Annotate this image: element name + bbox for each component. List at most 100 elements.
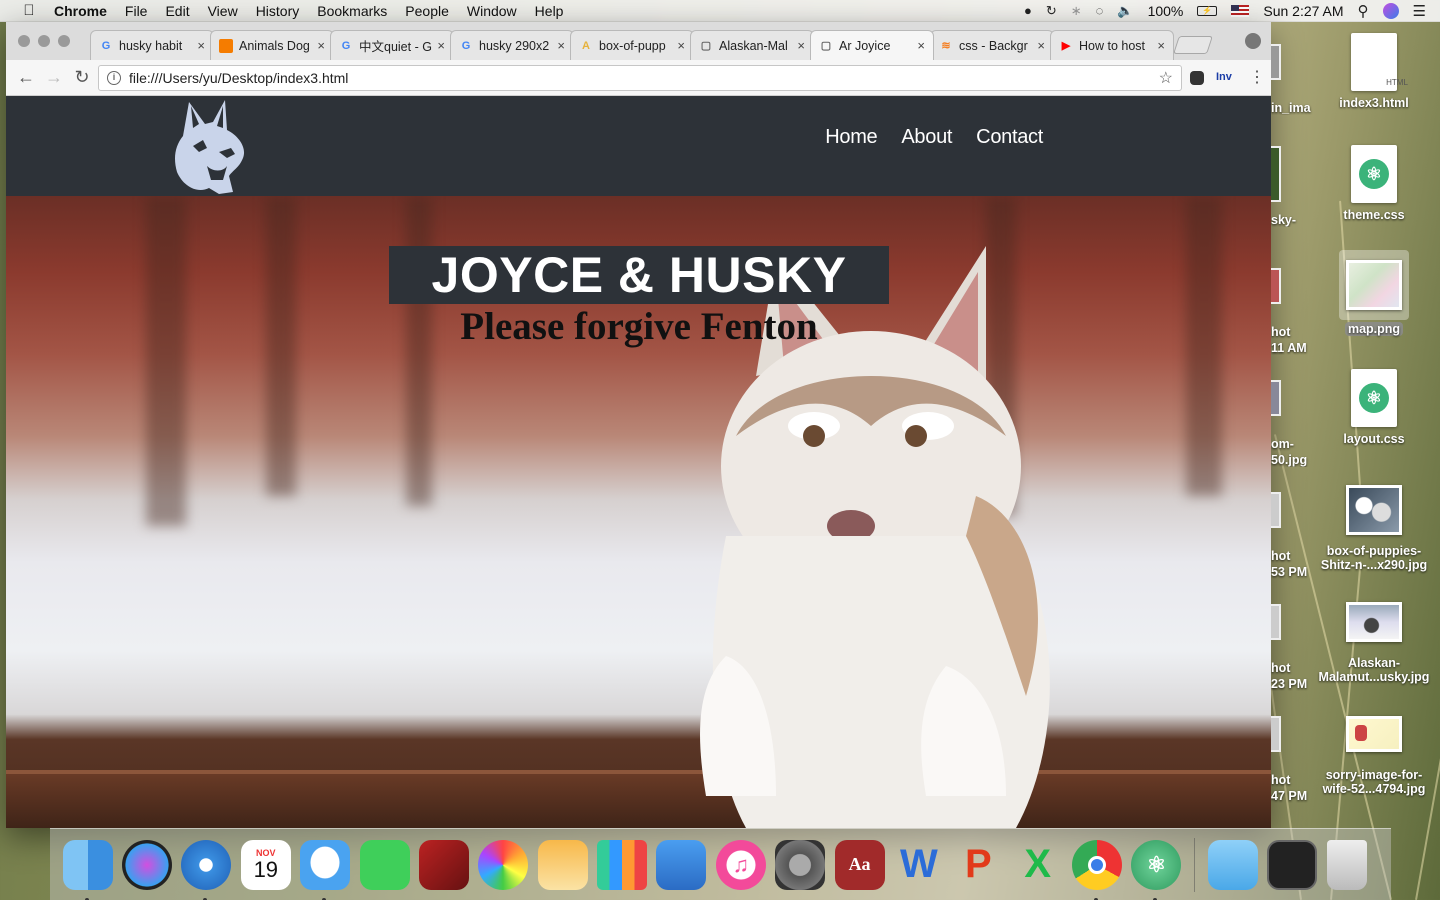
creative-cloud-icon[interactable]: ● — [1024, 3, 1032, 18]
browser-tab[interactable]: G 中文quiet - G × — [330, 30, 454, 60]
menu-history[interactable]: History — [256, 3, 300, 19]
hidden-icon-thumbnail[interactable] — [1271, 380, 1281, 416]
reload-icon[interactable]: ↻ — [68, 67, 96, 88]
menu-edit[interactable]: Edit — [165, 3, 189, 19]
desktop-icon-fragment-label[interactable]: hot — [1271, 773, 1315, 787]
hidden-icon-thumbnail[interactable] — [1271, 492, 1281, 528]
input-source-flag-icon[interactable] — [1231, 4, 1250, 17]
battery-icon[interactable]: ⚡ — [1197, 5, 1218, 16]
notification-center-icon[interactable]: ☰ — [1413, 2, 1426, 20]
chrome-menu-icon[interactable]: ⋮ — [1249, 67, 1265, 87]
system-preferences-icon[interactable] — [775, 839, 826, 890]
url-text[interactable]: file:///Users/yu/Desktop/index3.html — [129, 70, 348, 86]
browser-tab[interactable]: ▢ Ar Joyice × — [810, 30, 934, 60]
finder-icon[interactable] — [62, 839, 113, 900]
chrome-icon[interactable] — [1072, 839, 1123, 900]
menu-file[interactable]: File — [125, 3, 148, 19]
desktop-icon-fragment-label[interactable]: 47 PM — [1271, 789, 1315, 803]
desktop-icon-map-png[interactable]: map.png — [1318, 250, 1430, 336]
desktop-icon-fragment-label[interactable]: 23 PM — [1271, 677, 1315, 691]
word-icon[interactable]: W — [894, 840, 944, 890]
photo-booth-icon[interactable] — [418, 839, 469, 890]
spotlight-search-icon[interactable]: ⚲ — [1358, 2, 1369, 20]
desktop-icon-fragment-label[interactable]: 50.jpg — [1271, 453, 1315, 467]
facetime-icon[interactable] — [359, 839, 410, 890]
desktop-icon-alaskan-malamute[interactable]: Alaskan-Malamut...usky.jpg — [1318, 594, 1430, 684]
desktop-icon-fragment-label[interactable]: 53 PM — [1271, 565, 1315, 579]
tab-close-icon[interactable]: × — [797, 38, 805, 53]
excel-icon[interactable]: X — [1013, 840, 1063, 890]
browser-tab[interactable]: Ghusky habit × — [90, 30, 214, 60]
hidden-icon-thumbnail[interactable] — [1271, 716, 1281, 752]
nav-about-link[interactable]: About — [901, 126, 952, 149]
back-arrow-icon[interactable]: ← — [12, 67, 40, 88]
nav-contact-link[interactable]: Contact — [976, 126, 1043, 149]
desktop-icon-fragment-label[interactable]: hot — [1271, 325, 1315, 339]
new-tab-button[interactable] — [1173, 36, 1213, 54]
browser-tab[interactable]: ≋ css - Backgr × — [930, 30, 1054, 60]
apple-menu-icon[interactable]:  — [18, 2, 40, 19]
extension-incognito-icon[interactable] — [1190, 71, 1204, 85]
siri-icon[interactable] — [122, 839, 173, 890]
minimize-window-button[interactable] — [38, 35, 50, 47]
bookmark-star-icon[interactable]: ☆ — [1159, 68, 1173, 88]
calendar-icon[interactable]: NOV 19 — [240, 839, 291, 890]
itunes-icon[interactable]: ♫ — [715, 839, 766, 890]
address-bar[interactable]: i file:///Users/yu/Desktop/index3.html ☆ — [98, 65, 1182, 91]
desktop-icon-layout-css[interactable]: ⚛ layout.css — [1318, 369, 1430, 446]
safari-icon[interactable] — [181, 839, 232, 900]
volume-icon[interactable]: 🔈 — [1117, 3, 1133, 19]
tab-close-icon[interactable]: × — [437, 38, 445, 53]
menu-help[interactable]: Help — [535, 3, 564, 19]
site-info-icon[interactable]: i — [107, 71, 121, 85]
battery-percent[interactable]: 100% — [1148, 3, 1184, 19]
pages-icon[interactable] — [537, 839, 588, 890]
tab-close-icon[interactable]: × — [557, 38, 565, 53]
bluetooth-icon[interactable]: ∗ — [1071, 3, 1082, 19]
browser-tab[interactable]: Ghusky 290x2 × — [450, 30, 574, 60]
browser-tab[interactable]: Animals Dog × — [210, 30, 334, 60]
close-window-button[interactable] — [18, 35, 30, 47]
tab-close-icon[interactable]: × — [1157, 38, 1165, 53]
browser-tab[interactable]: ▢ Alaskan-Mal × — [690, 30, 814, 60]
desktop-icon-fragment-label[interactable]: in_ima — [1271, 101, 1315, 115]
hidden-icon-thumbnail[interactable] — [1271, 604, 1281, 640]
desktop-icon-fragment-label[interactable]: hot — [1271, 549, 1315, 563]
keynote-icon[interactable] — [656, 839, 707, 890]
desktop-icon-fragment-label[interactable]: om- — [1271, 437, 1315, 451]
hidden-icon-thumbnail[interactable] — [1271, 268, 1281, 304]
numbers-icon[interactable] — [597, 839, 648, 890]
forward-arrow-icon[interactable]: → — [40, 67, 68, 88]
desktop-icon-index3-html[interactable]: HTML index3.html — [1318, 33, 1430, 110]
menu-bookmarks[interactable]: Bookmarks — [317, 3, 387, 19]
desktop-icon-fragment-label[interactable]: sky- — [1271, 213, 1315, 227]
hidden-icon-thumbnail[interactable] — [1271, 44, 1281, 80]
desktop-icon-fragment-label[interactable]: hot — [1271, 661, 1315, 675]
photos-icon[interactable] — [478, 839, 529, 890]
messages-icon[interactable] — [300, 839, 351, 900]
app-menu[interactable]: Chrome — [54, 3, 107, 19]
terminal-window-icon[interactable] — [1267, 839, 1318, 890]
hidden-icon-thumbnail[interactable] — [1271, 146, 1281, 202]
downloads-folder-icon[interactable] — [1207, 839, 1258, 890]
desktop-icon-fragment-label[interactable]: 11 AM — [1271, 341, 1315, 355]
desktop-icon-box-of-puppies[interactable]: box-of-puppies-Shitz-n-...x290.jpg — [1318, 482, 1430, 572]
profile-icon[interactable] — [1245, 33, 1261, 49]
tab-close-icon[interactable]: × — [197, 38, 205, 53]
wifi-icon[interactable]: ◌ — [1096, 3, 1104, 18]
husky-logo-icon[interactable] — [169, 96, 249, 196]
powerpoint-icon[interactable]: P — [953, 840, 1003, 890]
clock[interactable]: Sun 2:27 AM — [1263, 3, 1343, 19]
menu-window[interactable]: Window — [467, 3, 517, 19]
nav-home-link[interactable]: Home — [825, 126, 877, 149]
desktop-icon-sorry-image[interactable]: sorry-image-for-wife-52...4794.jpg — [1318, 706, 1430, 796]
tab-close-icon[interactable]: × — [677, 38, 685, 53]
menu-view[interactable]: View — [208, 3, 238, 19]
dictionary-icon[interactable]: Aa — [834, 839, 885, 890]
trash-icon[interactable] — [1326, 839, 1367, 890]
browser-tab[interactable]: Abox-of-pupp × — [570, 30, 694, 60]
tab-close-icon[interactable]: × — [1037, 38, 1045, 53]
extension-inv-button[interactable]: Inv — [1216, 71, 1232, 83]
siri-icon[interactable] — [1382, 2, 1399, 19]
menu-people[interactable]: People — [405, 3, 449, 19]
